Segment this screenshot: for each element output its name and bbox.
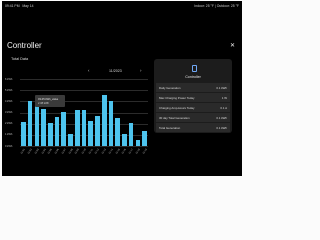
next-month-button[interactable]: › [140,68,142,73]
x-tick-label: 11-12 [94,148,101,155]
x-tick-label: 11-04 [40,148,47,155]
panel-title: Controller [185,74,201,79]
x-tick-label: 11-15 [114,148,121,155]
stat-row-total-generation: Total Generation 0.1 kWh [156,123,230,132]
x-tick-label: 11-18 [134,148,141,155]
close-icon[interactable]: ✕ [230,42,235,49]
stat-label: Max Charging Power Today [159,96,195,100]
bar[interactable] [95,115,100,146]
bar[interactable] [142,130,147,146]
bar[interactable] [74,109,80,146]
y-tick-label: 2 kWh [5,122,13,126]
stat-value: 0.1 kWh [216,126,227,130]
bar[interactable] [101,94,107,146]
x-tick-label: 11-01 [20,148,27,155]
bar[interactable] [88,120,94,146]
status-time-date: 09:41 PM May 14 [5,4,33,8]
bar[interactable] [48,122,53,146]
y-tick-label: 6 kWh [5,77,13,81]
stat-value: 0.1 kWh [216,116,227,120]
status-date: May 14 [22,4,34,8]
screen: 09:41 PM May 14 Indoor: 25 °F | Outdoor:… [2,1,242,176]
status-weather: Indoor: 25 °F | Outdoor: 25 °F [194,4,239,8]
x-tick-label: 11-10 [81,148,87,155]
y-tick-label: 4 kWh [5,99,13,103]
bar[interactable] [135,139,141,146]
stat-label: Charging Amp-Hours Today [159,106,195,110]
stat-label: 30 day Total Generation [159,116,190,120]
bar[interactable] [128,123,134,146]
x-tick-label: 11-19 [141,148,148,155]
tooltip-value: 2.38 kWh [38,102,49,105]
status-time: 09:41 PM [5,4,20,8]
stat-label: Daily Generation [159,86,181,90]
stat-row-charging-amp-hours: Charging Amp-Hours Today 0.1 A [156,103,230,112]
stat-label: Total Generation [159,126,181,130]
tooltip-date: 03-05 kWh_value [38,97,59,101]
bar[interactable] [115,117,120,146]
x-tick-label: 11-08 [67,148,74,155]
x-tick-label: 11-09 [74,148,81,155]
stat-value: 1 W [221,96,227,100]
stat-row-30-day-generation: 30 day Total Generation 0.1 kWh [156,113,230,122]
bar[interactable] [108,101,114,146]
bar[interactable] [54,116,60,146]
x-tick-label: 11-11 [87,148,94,155]
x-tick-label: 11-17 [128,148,135,155]
y-tick-label: 3 kWh [5,111,13,114]
bar[interactable] [27,100,33,146]
status-bar: 09:41 PM May 14 Indoor: 25 °F | Outdoor:… [2,1,242,11]
x-tick-label: 11-03 [33,148,40,155]
stat-value: 0.1 kWh [216,86,227,90]
bar[interactable] [61,111,67,146]
chart-tooltip: 03-05 kWh_value 2.38 kWh [35,95,65,107]
stat-row-max-charging-power: Max Charging Power Today 1 W [156,93,230,102]
x-tick-label: 11-13 [101,148,108,155]
stat-row-daily-generation: Daily Generation 0.1 kWh [156,83,230,92]
x-tick-label: 11-14 [107,148,114,155]
x-tick-label: 11-16 [121,148,128,155]
bar[interactable] [68,134,73,146]
prev-month-button[interactable]: ‹ [88,68,90,73]
bar[interactable] [41,109,46,146]
chart-date[interactable]: 11/2023 [109,69,122,73]
x-tick-label: 11-07 [60,148,67,155]
bar[interactable] [34,103,40,146]
bar[interactable] [81,110,87,146]
bar[interactable] [122,133,127,146]
y-tick-label: 1 kWh [5,133,13,137]
x-tick-label: 11-06 [54,148,60,155]
y-tick-label: 0 kWh [5,144,13,148]
controller-panel: Controller Daily Generation 0.1 kWh Max … [154,59,232,133]
x-tick-label: 11-02 [27,148,33,155]
bar[interactable] [21,121,26,146]
y-tick-label: 5 kWh [5,88,13,92]
x-tick-label: 11-05 [47,148,54,155]
page-title: Controller [7,41,42,50]
chart-title: Total Data [11,57,29,61]
phone-icon [192,65,197,72]
stat-value: 0.1 A [220,106,227,110]
